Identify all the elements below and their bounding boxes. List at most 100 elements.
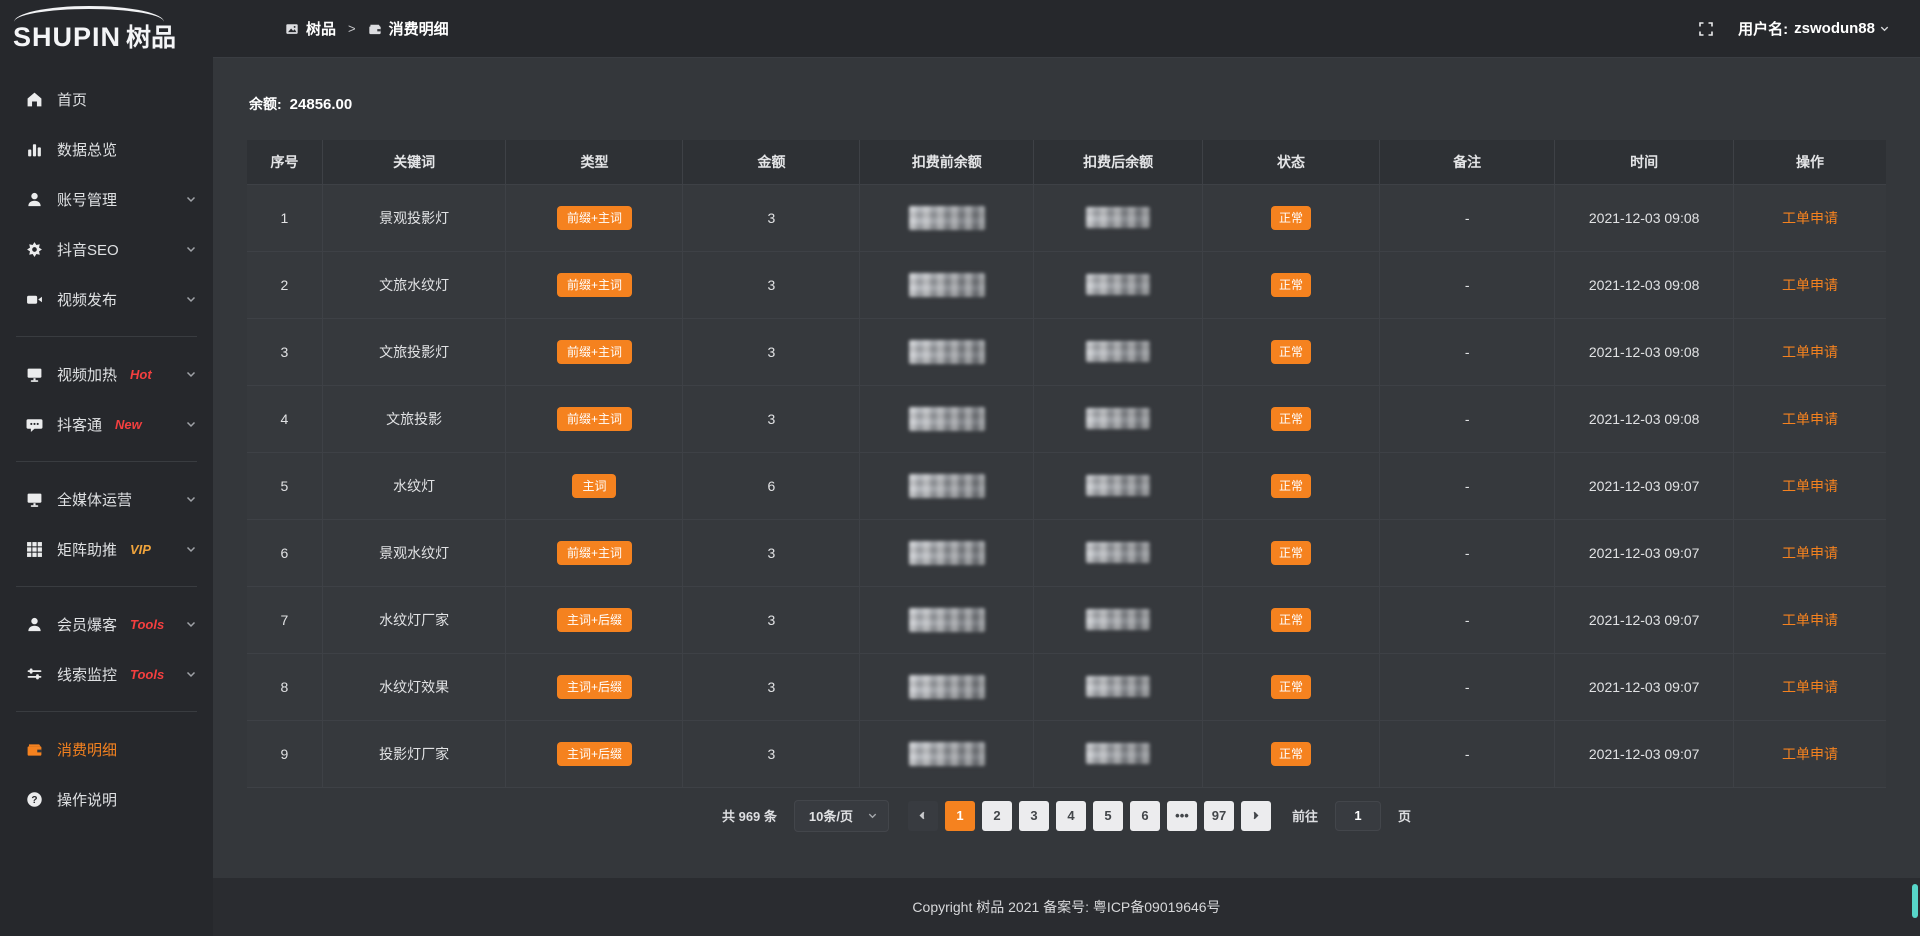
cell-balance-before xyxy=(860,318,1034,385)
cell-amount: 3 xyxy=(683,586,860,653)
next-page-button[interactable] xyxy=(1241,801,1271,831)
cell-amount: 3 xyxy=(683,720,860,787)
scrollbar-thumb[interactable] xyxy=(1912,884,1918,918)
chevron-down-icon xyxy=(185,368,197,380)
sidebar-item-matrix-boost[interactable]: 矩阵助推 VIP xyxy=(0,524,213,574)
breadcrumb-separator: > xyxy=(348,21,356,36)
page-button[interactable]: 4 xyxy=(1056,801,1086,831)
consumption-table: 序号关键词类型金额扣费前余额扣费后余额状态备注时间操作 1景观投影灯前缀+主词3… xyxy=(247,140,1886,788)
sidebar-item-consumption-detail[interactable]: 消费明细 xyxy=(0,724,213,774)
redacted-value xyxy=(1086,676,1150,697)
cell-time: 2021-12-03 09:08 xyxy=(1555,318,1734,385)
cell-type: 主词+后缀 xyxy=(506,720,683,787)
page-button[interactable]: 97 xyxy=(1204,801,1234,831)
sidebar-item-video-heating[interactable]: 视频加热Hot xyxy=(0,349,213,399)
redacted-value xyxy=(909,541,985,565)
type-badge: 前缀+主词 xyxy=(557,407,632,431)
sidebar-item-label: 视频发布 xyxy=(57,289,117,310)
sidebar-divider xyxy=(16,461,197,462)
cell-no: 8 xyxy=(247,653,322,720)
sidebar-item-home[interactable]: 首页 xyxy=(0,74,213,124)
sidebar-item-tag: Hot xyxy=(130,367,152,382)
ticket-apply-link[interactable]: 工单申请 xyxy=(1782,545,1838,561)
page-size-select[interactable]: 10条/页 xyxy=(794,800,889,832)
page-button[interactable]: 2 xyxy=(982,801,1012,831)
table-row: 8水纹灯效果主词+后缀3正常-2021-12-03 09:07工单申请 xyxy=(247,653,1886,720)
sidebar-item-label: 首页 xyxy=(57,89,87,110)
ticket-apply-link[interactable]: 工单申请 xyxy=(1782,612,1838,628)
fullscreen-icon[interactable] xyxy=(1698,21,1714,37)
sidebar-item-operation-guide[interactable]: ?操作说明 xyxy=(0,774,213,824)
ticket-apply-link[interactable]: 工单申请 xyxy=(1782,277,1838,293)
status-badge: 正常 xyxy=(1271,474,1311,498)
sidebar-item-clue-monitoring[interactable]: 线索监控Tools xyxy=(0,649,213,699)
sidebar-divider xyxy=(16,586,197,587)
breadcrumb-item-home[interactable]: 树品 xyxy=(285,18,336,39)
prev-page-button[interactable] xyxy=(908,801,938,831)
column-header: 类型 xyxy=(506,140,683,184)
table-row: 1景观投影灯前缀+主词3正常-2021-12-03 09:08工单申请 xyxy=(247,184,1886,251)
sidebar-divider xyxy=(16,711,197,712)
chevron-down-icon xyxy=(185,493,197,505)
sidebar-item-douyin-seo[interactable]: 抖音SEO xyxy=(0,224,213,274)
redacted-value xyxy=(909,608,985,632)
page-button[interactable]: 1 xyxy=(945,801,975,831)
ticket-apply-link[interactable]: 工单申请 xyxy=(1782,210,1838,226)
user-menu[interactable]: 用户名: zswodun88 xyxy=(1738,18,1890,39)
app-window: SHUPIN树品 首页数据总览账号管理抖音SEO视频发布视频加热Hot抖客通Ne… xyxy=(0,0,1920,936)
cell-balance-after xyxy=(1034,251,1203,318)
sidebar-item-label: 抖音SEO xyxy=(57,239,119,260)
cell-no: 9 xyxy=(247,720,322,787)
cell-status: 正常 xyxy=(1202,385,1379,452)
chevron-down-icon xyxy=(185,668,197,680)
sidebar-divider xyxy=(16,336,197,337)
sidebar-item-account-management[interactable]: 账号管理 xyxy=(0,174,213,224)
column-header: 状态 xyxy=(1202,140,1379,184)
cell-balance-before xyxy=(860,519,1034,586)
page-button[interactable]: 5 xyxy=(1093,801,1123,831)
ticket-apply-link[interactable]: 工单申请 xyxy=(1782,344,1838,360)
column-header: 时间 xyxy=(1555,140,1734,184)
redacted-value xyxy=(909,273,985,297)
chevron-down-icon xyxy=(185,618,197,630)
type-badge: 主词+后缀 xyxy=(557,608,632,632)
ticket-apply-link[interactable]: 工单申请 xyxy=(1782,679,1838,695)
breadcrumb-item-current[interactable]: 消费明细 xyxy=(368,18,449,39)
sidebar-item-label: 抖客通 xyxy=(57,414,102,435)
logo-text-cn: 树品 xyxy=(126,24,176,52)
cell-balance-after xyxy=(1034,519,1203,586)
sidebar-item-tag: VIP xyxy=(130,542,151,557)
redacted-value xyxy=(1086,274,1150,295)
sidebar-item-video-publish[interactable]: 视频发布 xyxy=(0,274,213,324)
cell-balance-after xyxy=(1034,586,1203,653)
copyright-text: Copyright 树品 2021 备案号: 粤ICP备09019646号 xyxy=(912,897,1220,917)
ticket-apply-link[interactable]: 工单申请 xyxy=(1782,478,1838,494)
goto-page-input[interactable] xyxy=(1335,801,1381,831)
status-badge: 正常 xyxy=(1271,407,1311,431)
ellipsis-button[interactable]: ••• xyxy=(1167,801,1197,831)
ticket-apply-link[interactable]: 工单申请 xyxy=(1782,746,1838,762)
redacted-value xyxy=(909,675,985,699)
page-button[interactable]: 6 xyxy=(1130,801,1160,831)
member-icon xyxy=(26,616,43,633)
cell-balance-before xyxy=(860,452,1034,519)
sliders-icon xyxy=(26,666,43,683)
cell-keyword: 文旅投影灯 xyxy=(322,318,506,385)
sidebar-item-member-burst[interactable]: 会员爆客Tools xyxy=(0,599,213,649)
cell-status: 正常 xyxy=(1202,184,1379,251)
status-badge: 正常 xyxy=(1271,608,1311,632)
cell-action: 工单申请 xyxy=(1733,519,1886,586)
sidebar-item-label: 矩阵助推 xyxy=(57,539,117,560)
cell-status: 正常 xyxy=(1202,720,1379,787)
sidebar-item-data-overview[interactable]: 数据总览 xyxy=(0,124,213,174)
cell-type: 前缀+主词 xyxy=(506,251,683,318)
sidebar-item-omni-media-operation[interactable]: 全媒体运营 xyxy=(0,474,213,524)
cell-action: 工单申请 xyxy=(1733,184,1886,251)
page-button[interactable]: 3 xyxy=(1019,801,1049,831)
cell-status: 正常 xyxy=(1202,452,1379,519)
ticket-apply-link[interactable]: 工单申请 xyxy=(1782,411,1838,427)
sidebar-item-doukeitong[interactable]: 抖客通New xyxy=(0,399,213,449)
cell-keyword: 水纹灯效果 xyxy=(322,653,506,720)
cell-action: 工单申请 xyxy=(1733,452,1886,519)
main-column: 树品 > 消费明细 用户名: zswodun88 余额:24856.00 xyxy=(213,0,1920,936)
